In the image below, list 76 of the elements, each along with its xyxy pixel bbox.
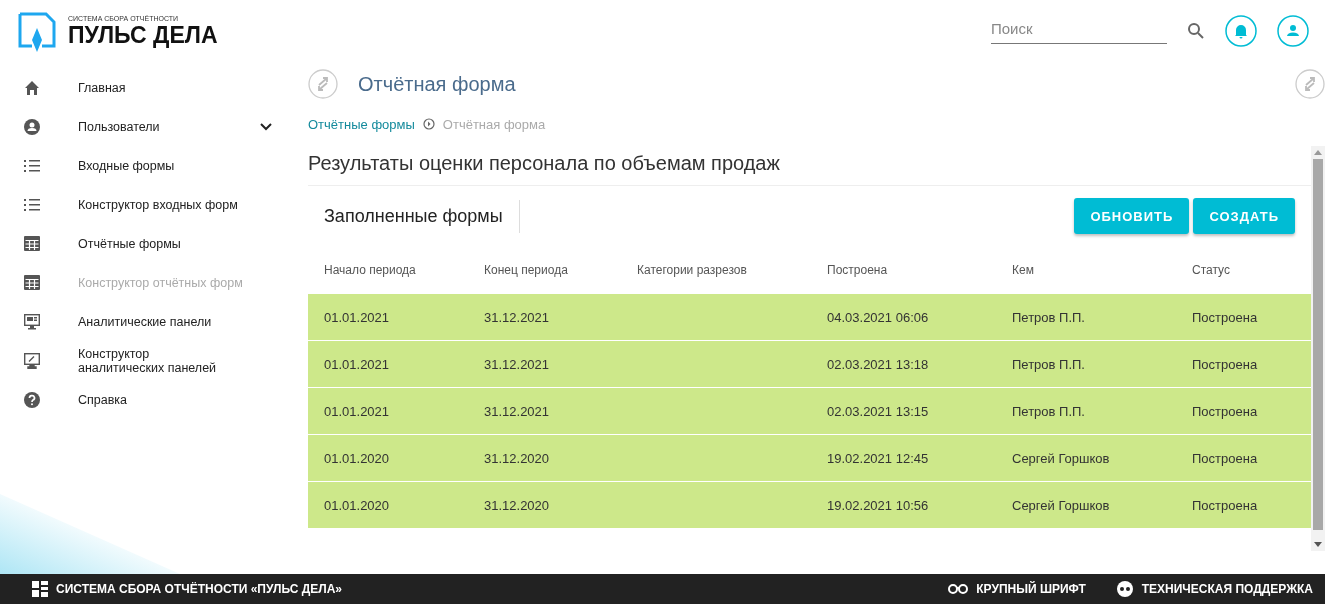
sidebar-item[interactable]: Отчётные формы [0,224,300,263]
table-cell-text: Построена [1191,356,1259,372]
table-cell-text: 19.02.2021 10:56 [826,497,930,513]
home-icon [24,79,40,96]
footer-link[interactable]: ТЕХНИЧЕСКАЯ ПОДДЕРЖКА [1141,582,1313,596]
logo-title: ПУЛЬС ДЕЛА [68,21,218,48]
help-icon [24,391,40,408]
table-cell-text: 01.01.2020 [323,450,391,466]
column-header: Конец периода [483,263,569,277]
section-title: Заполненные формы [308,199,520,233]
table-cell-text: 31.12.2020 [483,497,551,513]
table-cell-text: Построена [1191,403,1259,419]
user-icon[interactable] [1277,15,1309,47]
footer-title: СИСТЕМА СБОРА ОТЧЁТНОСТИ «ПУЛЬС ДЕЛА» [56,582,343,596]
table-cell-text: Петров П.П. [1011,309,1086,325]
table-cell-text: Петров П.П. [1011,356,1086,372]
table-cell-text: 01.01.2021 [323,309,391,325]
breadcrumb-separator-icon [422,118,435,130]
table-cell-text: 01.01.2020 [323,497,391,513]
monitor-icon [24,313,40,330]
column-header: Статус [1191,263,1231,277]
column-header: Построена [826,263,889,277]
grid-icon [24,275,40,290]
table-cell-text: Сергей Горшков [1011,450,1111,466]
swap-button[interactable] [308,69,338,99]
sidebar-item[interactable]: Пользователи [0,107,300,146]
support-icon [1115,580,1134,598]
glasses-icon [948,584,969,594]
grid-icon [24,236,40,251]
page-title: Отчётная форма [358,72,516,96]
table-cell-text: Петров П.П. [1011,403,1086,419]
sidebar-item[interactable]: Главная [0,68,300,107]
table-row[interactable]: 01.01.2020 31.12.2020 19.02.2021 12:45 Сергей Горшков Построена [308,435,1311,482]
table-row[interactable]: 01.01.2020 31.12.2020 19.02.2021 10:56 Сергей Горшков Построена [308,482,1311,529]
bell-icon[interactable] [1225,15,1257,47]
sidebar-item[interactable]: Справка [0,380,300,419]
list-icon [24,158,40,173]
table-cell-text: Построена [1191,309,1259,325]
sidebar-item[interactable]: Конструктор входных форм [0,185,300,224]
table-row[interactable]: 01.01.2021 31.12.2021 02.03.2021 13:15 Петров П.П. Построена [308,388,1311,435]
scroll-up-icon[interactable] [1314,149,1322,155]
table-row[interactable]: 01.01.2021 31.12.2021 04.03.2021 06:06 Петров П.П. Построена [308,294,1311,341]
table-cell-text: Построена [1191,450,1259,466]
table-cell-text: 02.03.2021 13:15 [826,403,930,419]
account-icon [24,118,40,135]
breadcrumb-link[interactable]: Отчётные формы [308,116,415,132]
table-cell-text: Сергей Горшков [1011,497,1111,513]
logo-icon [32,581,48,597]
column-header: Кем [1011,263,1035,277]
report-title: Результаты оценки персонала по объемам продаж [308,146,1311,186]
scroll-down-icon[interactable] [1314,542,1322,548]
breadcrumb-current: Отчётная форма [442,116,546,132]
table-cell-text: 19.02.2021 12:45 [826,450,930,466]
sidebar-item[interactable]: Аналитические панели [0,302,300,341]
scrollbar[interactable] [1311,146,1325,551]
sidebar-item[interactable]: Входные формы [0,146,300,185]
column-header: Категории разрезов [636,263,748,277]
table-cell-text: 01.01.2021 [323,403,391,419]
table-cell-text: 31.12.2020 [483,450,551,466]
search-icon[interactable] [1187,22,1205,40]
table-cell-text: 31.12.2021 [483,356,551,372]
list-icon [24,197,40,212]
column-header: Начало периода [323,263,417,277]
monitor-icon [24,352,40,369]
table-cell-text: 02.03.2021 13:18 [826,356,930,372]
table-cell-text: 31.12.2021 [483,309,551,325]
footer-link[interactable]: КРУПНЫЙ ШРИФТ [976,582,1086,596]
table-cell-text: 31.12.2021 [483,403,551,419]
logo-icon [16,10,58,52]
chevron-icon [260,122,272,131]
swap-button[interactable] [1295,69,1325,99]
table-cell-text: Построена [1191,497,1259,513]
table-cell-text: 04.03.2021 06:06 [826,309,930,325]
table-row[interactable]: 01.01.2021 31.12.2021 02.03.2021 13:18 Петров П.П. Построена [308,341,1311,388]
table-cell-text: 01.01.2021 [323,356,391,372]
sidebar-item[interactable]: Конструктор аналитических панелей [0,341,300,380]
